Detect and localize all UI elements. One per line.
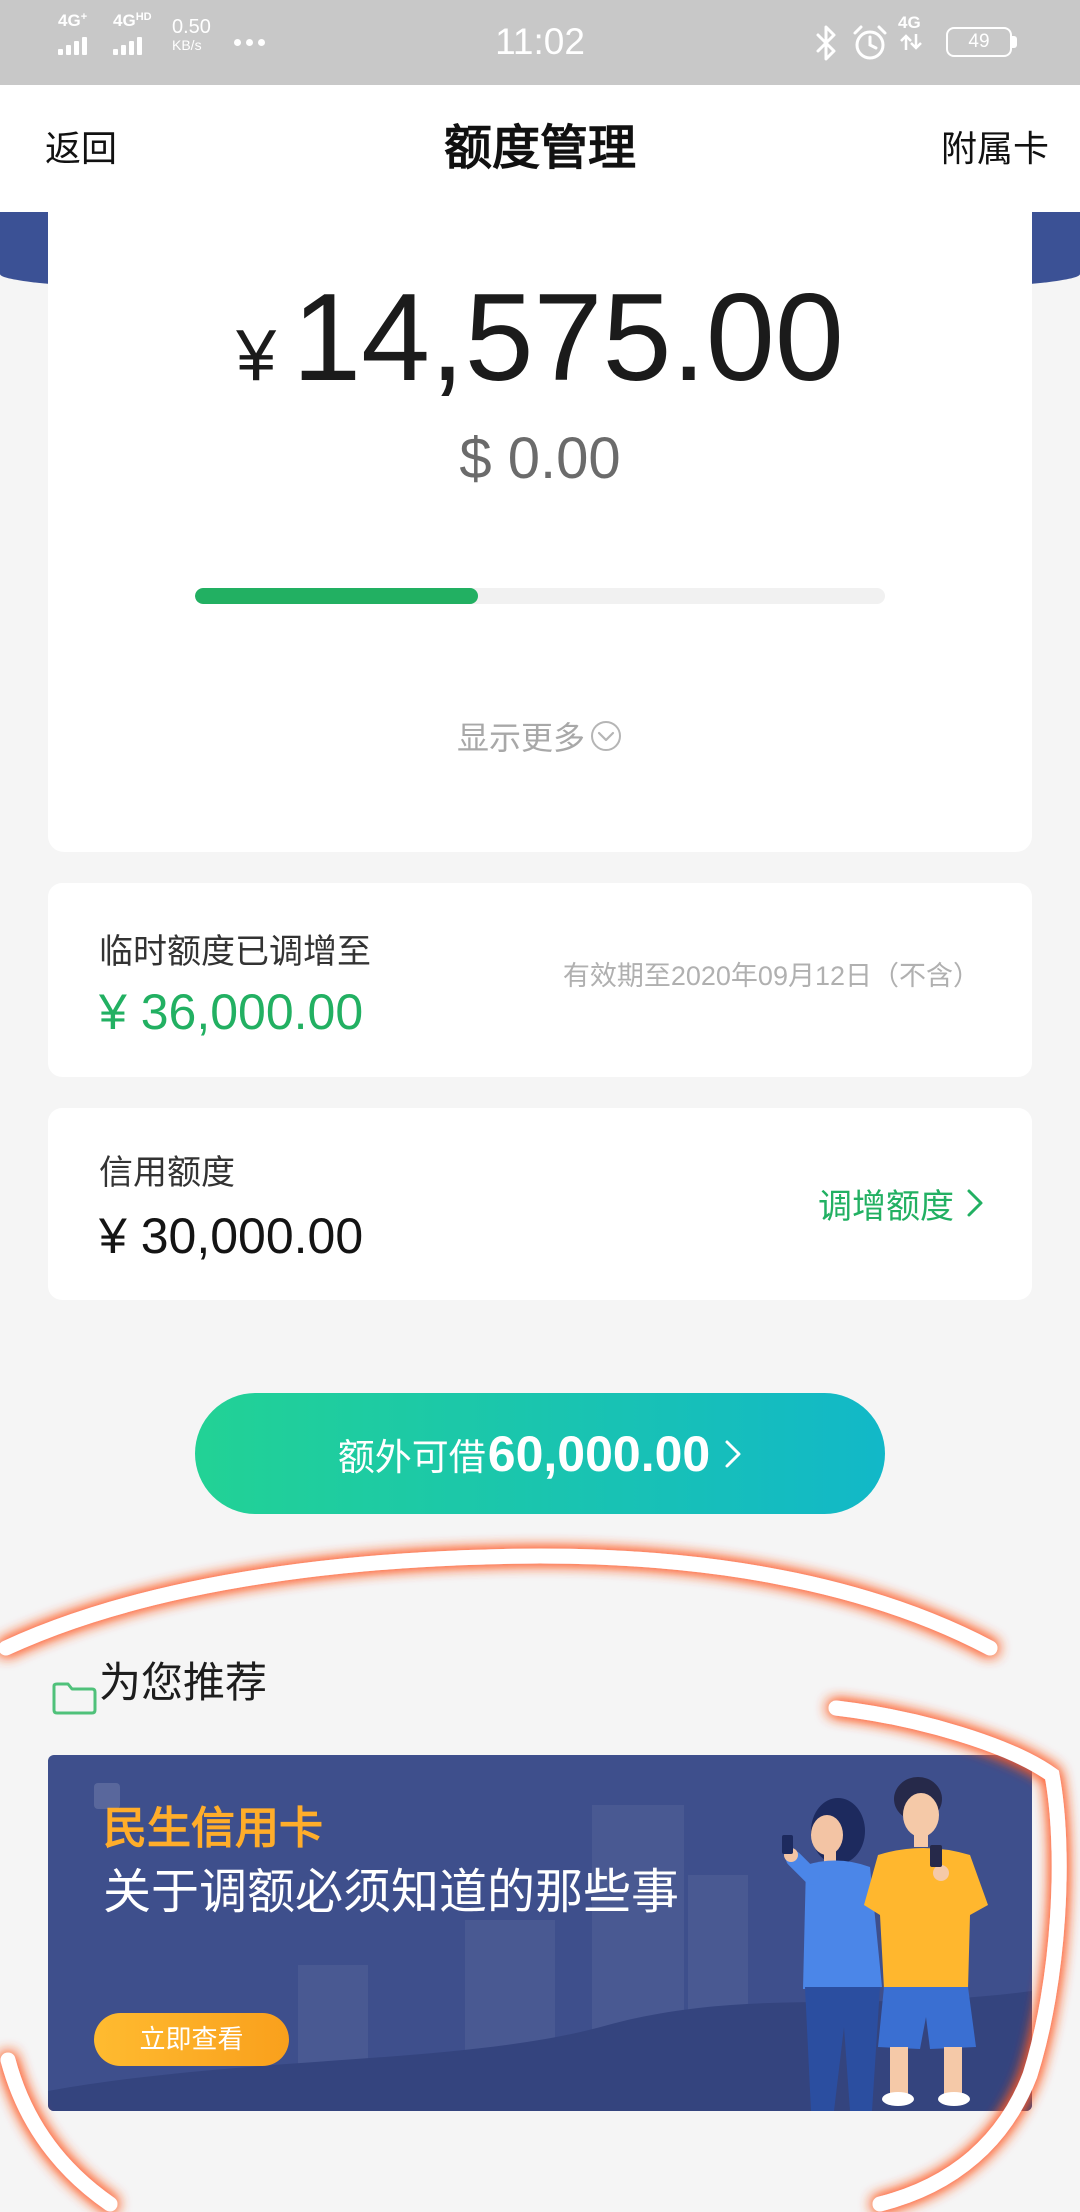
recommend-section-icon (52, 1682, 97, 1715)
data-arrows-icon (900, 34, 922, 50)
battery-level: 49 (946, 27, 1012, 57)
back-button[interactable]: 返回 (45, 85, 117, 212)
temporary-limit-card: 临时额度已调增至 ¥ 36,000.00 有效期至2020年09月12日（不含） (48, 883, 1032, 1077)
raise-limit-button[interactable]: 调增额度 (818, 1181, 984, 1226)
temporary-limit-label: 临时额度已调增至 (99, 933, 371, 971)
supplementary-card-button[interactable]: 附属卡 (941, 85, 1049, 212)
mobile-data-label: 4G (898, 13, 921, 32)
mobile-data-indicator: 4G (898, 14, 924, 57)
annotation-stroke-top (0, 1548, 998, 1656)
raise-limit-label: 调增额度 (818, 1187, 954, 1226)
view-now-button[interactable]: 立即查看 (94, 2013, 289, 2066)
chevron-right-icon (725, 1440, 741, 1467)
battery-nub (1012, 36, 1017, 48)
banner-brand: 民生信用卡 (103, 1804, 323, 1853)
temporary-limit-amount: ¥ 36,000.00 (99, 984, 364, 1040)
status-bar: 4G+ 4GHD 0.50 KB/s 11:02 4G 49 (0, 0, 1080, 85)
limit-usage-progress (195, 588, 885, 604)
chevron-right-icon (967, 1189, 983, 1217)
alarm-icon (853, 25, 887, 60)
recommend-title: 为您推荐 (99, 1659, 268, 1706)
available-limit-card: ¥ 14,575.00 $ 0.00 显示更多 (48, 212, 1032, 852)
progress-fill (195, 588, 478, 604)
battery-icon: 49 (946, 27, 1017, 57)
nav-header: 额度管理 返回 附属卡 (0, 85, 1080, 212)
available-amount-value: 14,575.00 (292, 269, 844, 407)
credit-limit-label: 信用额度 (99, 1154, 235, 1192)
banner-headline: 关于调额必须知道的那些事 (103, 1866, 680, 1919)
extra-loan-button[interactable]: 额外可借 60,000.00 (195, 1393, 885, 1514)
show-more-label: 显示更多 (456, 720, 585, 756)
promo-banner[interactable]: 民生信用卡 关于调额必须知道的那些事 立即查看 (48, 1755, 1032, 2111)
extra-loan-prefix: 额外可借 (337, 1436, 486, 1478)
extra-loan-amount: 60,000.00 (487, 1425, 711, 1482)
chevron-down-circle-icon (591, 721, 621, 751)
bluetooth-icon (816, 25, 836, 61)
currency-symbol: ¥ (236, 316, 277, 396)
credit-limit-amount: ¥ 30,000.00 (99, 1208, 364, 1264)
usd-amount: $ 0.00 (459, 426, 621, 491)
credit-limit-card: 信用额度 ¥ 30,000.00 调增额度 (48, 1108, 1032, 1300)
page-title: 额度管理 (443, 122, 636, 175)
show-more-button[interactable]: 显示更多 (48, 716, 1032, 756)
available-amount: ¥ 14,575.00 (48, 276, 1032, 400)
temporary-limit-validity: 有效期至2020年09月12日（不含） (562, 961, 980, 991)
